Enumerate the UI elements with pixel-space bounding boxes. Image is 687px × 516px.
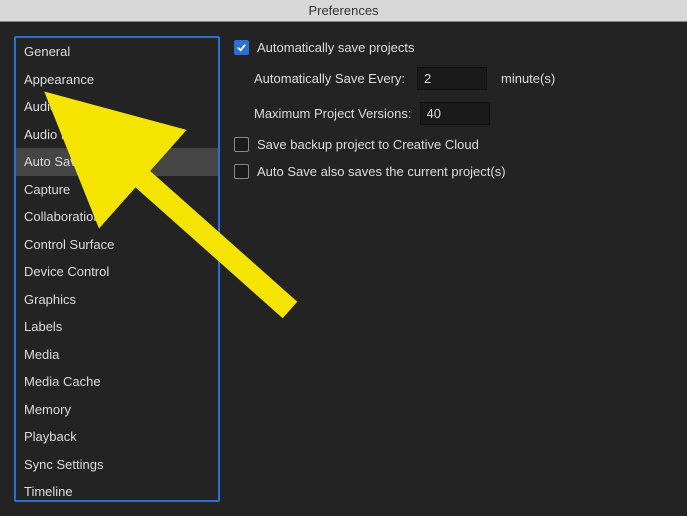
sidebar-item-timeline[interactable]: Timeline (16, 478, 218, 502)
sidebar-item-media-cache[interactable]: Media Cache (16, 368, 218, 396)
save-every-input[interactable] (417, 67, 487, 90)
save-every-label: Automatically Save Every: (254, 71, 409, 86)
sidebar-item-sync-settings[interactable]: Sync Settings (16, 451, 218, 479)
sidebar-item-device-control[interactable]: Device Control (16, 258, 218, 286)
sidebar-item-media[interactable]: Media (16, 341, 218, 369)
save-every-row: Automatically Save Every: minute(s) (234, 67, 673, 90)
sidebar-item-appearance[interactable]: Appearance (16, 66, 218, 94)
backup-cc-checkbox[interactable] (234, 137, 249, 152)
save-current-checkbox[interactable] (234, 164, 249, 179)
window-titlebar: Preferences (0, 0, 687, 22)
sidebar-item-audio[interactable]: Audio (16, 93, 218, 121)
sidebar-item-playback[interactable]: Playback (16, 423, 218, 451)
auto-save-checkbox[interactable] (234, 40, 249, 55)
sidebar-item-general[interactable]: General (16, 38, 218, 66)
checkmark-icon (236, 42, 247, 53)
sidebar-item-control-surface[interactable]: Control Surface (16, 231, 218, 259)
auto-save-checkbox-row: Automatically save projects (234, 40, 673, 55)
save-current-label: Auto Save also saves the current project… (257, 164, 506, 179)
sidebar-item-graphics[interactable]: Graphics (16, 286, 218, 314)
sidebar-item-collaboration[interactable]: Collaboration (16, 203, 218, 231)
save-every-suffix: minute(s) (501, 71, 555, 86)
backup-cc-row: Save backup project to Creative Cloud (234, 137, 673, 152)
backup-cc-label: Save backup project to Creative Cloud (257, 137, 479, 152)
auto-save-checkbox-label: Automatically save projects (257, 40, 415, 55)
sidebar-item-labels[interactable]: Labels (16, 313, 218, 341)
max-versions-input[interactable] (420, 102, 490, 125)
max-versions-label: Maximum Project Versions: (254, 106, 412, 121)
preferences-sidebar[interactable]: GeneralAppearanceAudioAudio HardwareAuto… (14, 36, 220, 502)
sidebar-item-capture[interactable]: Capture (16, 176, 218, 204)
sidebar-item-auto-save[interactable]: Auto Save (16, 148, 218, 176)
save-current-row: Auto Save also saves the current project… (234, 164, 673, 179)
main-panel: Automatically save projects Automaticall… (234, 36, 673, 502)
window-title: Preferences (308, 3, 378, 18)
sidebar-item-memory[interactable]: Memory (16, 396, 218, 424)
content-area: GeneralAppearanceAudioAudio HardwareAuto… (0, 22, 687, 516)
sidebar-item-audio-hardware[interactable]: Audio Hardware (16, 121, 218, 149)
max-versions-row: Maximum Project Versions: (234, 102, 673, 125)
